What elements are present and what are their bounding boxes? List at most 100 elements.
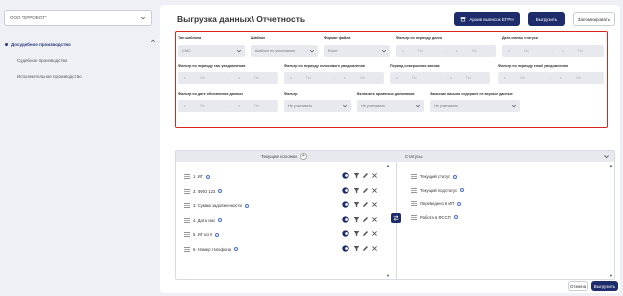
edit-icon[interactable] [362,187,369,194]
info-icon[interactable] [457,201,461,206]
info-icon[interactable] [218,218,222,222]
drag-handle-icon[interactable] [411,214,417,220]
toggle-icon[interactable] [342,244,349,252]
info-icon[interactable] [218,189,222,193]
email-period-to: По [520,76,525,80]
prefix-filter-select[interactable]: Не учитывать [284,100,351,112]
close-icon[interactable] [371,216,378,223]
info-icon[interactable] [454,215,458,219]
drag-handle-icon[interactable] [411,187,417,193]
voice-period-to: По [306,76,311,80]
update-date-label: Фильтр по дате обновления данных [178,92,244,96]
export-bottom-label: Выгрузить [593,283,616,289]
drag-handle-icon[interactable] [184,174,190,179]
file-format-select[interactable]: Excel [324,45,390,57]
pattern-select[interactable]: Шаблон по умолчанию [251,45,318,57]
export-bottom-button[interactable]: Выгрузить [591,281,618,291]
filter-icon[interactable] [353,245,360,252]
close-icon[interactable] [371,187,378,194]
info-icon[interactable] [215,232,219,237]
filter-icon[interactable] [353,230,360,237]
edit-icon[interactable] [362,216,369,223]
swap-icon [393,215,399,221]
update-date-to-2: По [254,104,259,108]
chevron-down-icon [342,104,348,108]
status-date-range[interactable]: с По - с По [502,45,604,57]
info-icon[interactable] [245,203,249,208]
archive-debtors-select[interactable]: Не учитывать [357,100,424,112]
email-contains-select[interactable]: Не учитывать [430,100,520,112]
scroll-up-arrow[interactable]: ▲ [386,163,390,168]
main-card: Выгрузка данных\ Отчетность Архив выписо… [160,5,620,293]
toggle-icon[interactable] [342,215,349,223]
column-row-tools [342,201,382,209]
close-icon[interactable] [371,245,378,252]
edit-icon[interactable] [362,245,369,252]
status-scroll-up-arrow[interactable]: ▲ [609,163,613,168]
update-date-range[interactable]: с По - с По [178,100,278,112]
info-icon[interactable] [234,247,238,251]
sms-period-range[interactable]: с По - с По [178,72,278,84]
drag-handle-icon[interactable] [411,174,417,179]
drag-handle-icon[interactable] [184,232,190,237]
sidebar-item-pretrial[interactable]: Досудебное производство [11,42,71,47]
template-type-select[interactable]: СМС [178,45,245,57]
filter-icon[interactable] [353,187,360,194]
drag-handle-icon[interactable] [184,203,190,208]
collapse-sidebar-icon[interactable] [150,38,156,44]
voice-period-range[interactable]: с По - с По [284,72,384,84]
range-separator: - [552,49,554,53]
close-icon[interactable] [371,230,378,237]
filter-icon[interactable] [353,172,360,179]
status-row[interactable]: Переведено в ИП [411,200,531,209]
filters-panel: Тип шаблона СМС Шаблон Шаблон по умолчан… [175,31,608,128]
current-column-label: 1. ИГ [193,174,203,179]
edit-icon[interactable] [362,201,369,208]
close-icon[interactable] [371,201,378,208]
chevron-down-icon[interactable] [603,153,610,160]
column-row-tools [342,186,382,195]
drag-handle-icon[interactable] [184,246,190,252]
organization-select[interactable]: ООО "ЕРРОБОТ" [4,10,152,26]
sms-period-to-2: По [254,76,259,80]
drag-handle-icon[interactable] [184,217,190,223]
scroll-down-arrow[interactable]: ▼ [386,273,390,278]
add-column-button[interactable]: + [300,153,307,160]
current-column-label: 2. ФИО 123 [193,188,216,194]
status-scroll-down-arrow[interactable]: ▼ [609,273,613,278]
status-row[interactable]: Текущий статус [411,173,531,182]
filter-icon[interactable] [353,216,360,223]
debt-period-range[interactable]: с По - с По [396,45,496,57]
toggle-icon[interactable] [342,186,349,194]
cancel-button[interactable]: Отмена [568,281,588,291]
status-row[interactable]: Текущий подстатус [411,187,531,196]
voice-period-label: Фильтр по периоду голосового уведомления [284,64,365,68]
column-row-tools [342,172,382,180]
edit-icon[interactable] [362,230,369,237]
info-icon[interactable] [460,188,464,192]
sms-period-label: Фильтр по периоду смс уведомления [178,64,246,68]
swap-columns-button[interactable] [391,213,401,223]
chevron-down-icon [309,49,315,53]
toggle-icon[interactable] [342,230,349,237]
close-icon[interactable] [371,172,378,179]
edit-icon[interactable] [362,172,369,179]
info-icon[interactable] [453,174,457,179]
email-period-range[interactable]: с По - с По [498,72,604,84]
drag-handle-icon[interactable] [184,188,190,194]
sidebar-item-court[interactable]: Судебное производство [17,58,67,63]
current-column-label: 5. ИГ ксгл [193,232,212,237]
sidebar-item-enforcement[interactable]: Исполнительное производство [17,74,82,79]
filter-icon[interactable] [353,201,360,208]
remember-button[interactable]: Запомнировать [573,12,615,26]
egrn-archive-button[interactable]: Архив выписок ЕГРН [454,12,520,26]
toggle-icon[interactable] [342,172,349,179]
call-period-range[interactable]: с По - с По [390,72,490,84]
status-date-to: По [524,49,529,53]
status-row[interactable]: Работа в ФССП [411,214,531,223]
toggle-icon[interactable] [342,201,349,208]
drag-handle-icon[interactable] [411,201,417,206]
export-top-button[interactable]: Выгрузить [528,12,565,26]
info-icon[interactable] [206,174,210,179]
range-separator: - [550,76,552,80]
